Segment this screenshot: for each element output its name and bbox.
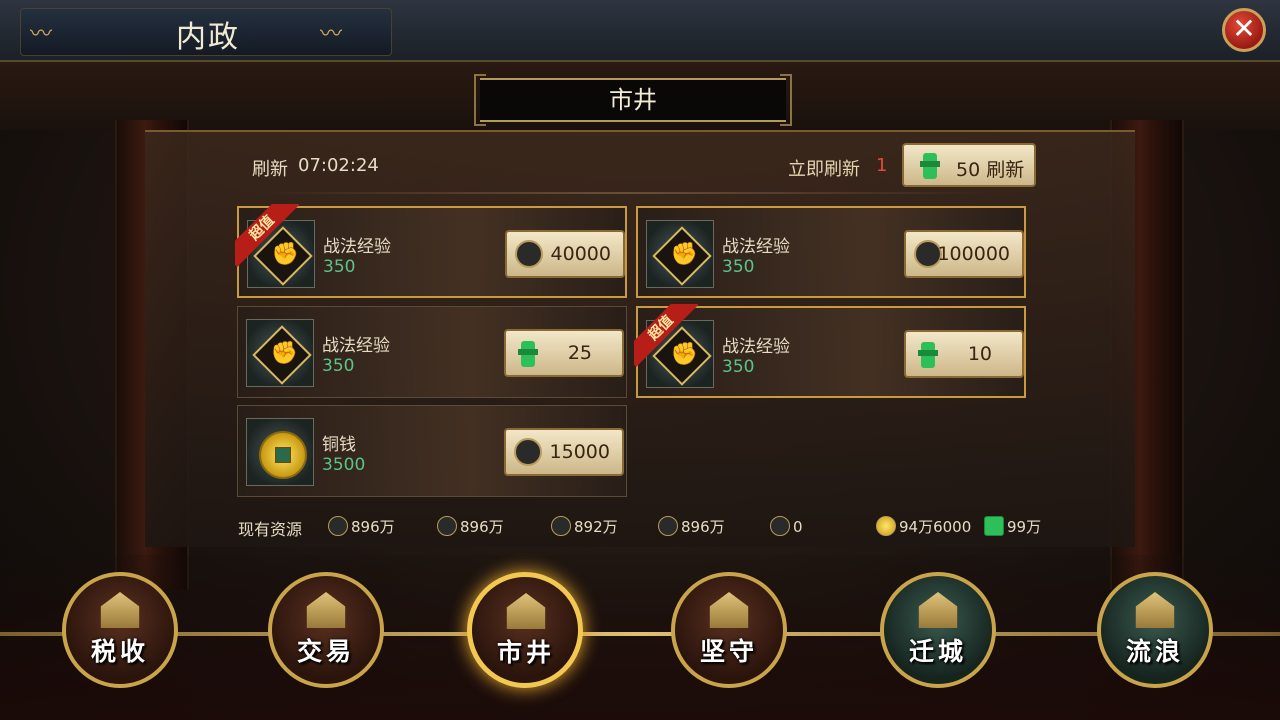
bottom-nav [0,555,1280,720]
buy-button[interactable]: 15000 [504,428,624,476]
dragon-ornament-right-icon: 〰 [320,22,343,47]
resource-jade: 99万 [984,516,1041,537]
item-quantity: 350 [323,257,356,277]
resources-label: 现有资源 [238,520,303,539]
shop-item-card[interactable]: ✊ 战法经验 350 40000 超值 [235,204,627,298]
instant-refresh-count: 1 [876,155,888,176]
nav-rail [0,632,1280,636]
shop-item-card[interactable]: ✊ 战法经验 350 100000 [636,206,1026,298]
item-name: 铜钱 [322,435,356,455]
market-building-icon [506,593,546,629]
buy-button[interactable]: 100000 [904,230,1024,278]
fortress-icon [709,592,749,628]
buy-button[interactable]: 25 [504,329,624,377]
price-value: 15000 [549,441,610,463]
chariot-icon [1135,592,1175,628]
item-quantity: 350 [722,357,755,377]
item-name: 战法经验 [722,237,790,257]
close-button[interactable]: ✕ [1222,8,1266,52]
copper-coin-item-icon [246,418,314,486]
resource-wood: 896万 [328,516,395,537]
page-title: 内政 [176,20,240,55]
nav-wander-button[interactable]: 流浪 [1097,572,1213,688]
item-quantity: 350 [322,356,355,376]
item-name: 战法经验 [323,237,391,257]
resource-grain: 896万 [658,516,725,537]
tax-building-icon [100,592,140,628]
buy-button[interactable]: 40000 [505,230,625,278]
price-value: 100000 [937,243,1010,265]
item-quantity: 3500 [322,455,366,475]
refresh-countdown: 07:02:24 [298,155,379,176]
resource-iron: 896万 [437,516,504,537]
relocate-city-icon [918,592,958,628]
price-value: 10 [967,343,992,365]
silver-icon [514,438,542,466]
jade-icon [918,342,946,370]
refresh-button-label: 50 刷新 [956,159,1025,181]
refresh-button[interactable]: 50 刷新 [902,143,1036,187]
decree-icon [770,516,790,536]
silver-icon [515,240,543,268]
shop-item-card[interactable]: 铜钱 3500 15000 [237,405,627,497]
top-bar: 〰 〰 内政 ✕ [0,0,1280,62]
dragon-ornament-left-icon: 〰 [30,22,53,47]
value-badge: 超值 [634,304,698,368]
resource-decree: 0 [770,516,803,536]
price-value: 40000 [550,243,611,265]
jade-icon [920,153,940,179]
stone-icon [551,516,571,536]
item-name: 战法经验 [722,337,790,357]
item-name: 战法经验 [322,336,390,356]
divider [255,192,995,194]
resource-stone: 892万 [551,516,618,537]
buy-button[interactable]: 10 [904,330,1024,378]
jade-icon [518,341,546,369]
price-value: 25 [567,342,592,364]
refresh-label: 刷新 [252,159,288,180]
shop-item-card[interactable]: ✊ 战法经验 350 10 超值 [634,304,1026,398]
tactic-exp-icon: ✊ [646,220,714,288]
instant-refresh-label: 立即刷新 [788,159,860,180]
iron-icon [437,516,457,536]
copper-coin-icon [876,516,896,536]
shop-item-card[interactable]: ✊ 战法经验 350 25 [237,306,627,398]
section-title: 市井 [474,74,792,126]
nav-defend-button[interactable]: 坚守 [671,572,787,688]
nav-relocate-button[interactable]: 迁城 [880,572,996,688]
tactic-exp-icon: ✊ [246,319,314,387]
nav-tax-button[interactable]: 税收 [62,572,178,688]
jade-icon [984,516,1004,536]
resource-copper: 94万6000 [876,516,971,537]
item-quantity: 350 [722,257,755,277]
trade-building-icon [306,592,346,628]
nav-trade-button[interactable]: 交易 [268,572,384,688]
value-badge: 超值 [235,204,299,268]
grain-icon [658,516,678,536]
nav-market-button[interactable]: 市井 [467,572,583,688]
wood-icon [328,516,348,536]
